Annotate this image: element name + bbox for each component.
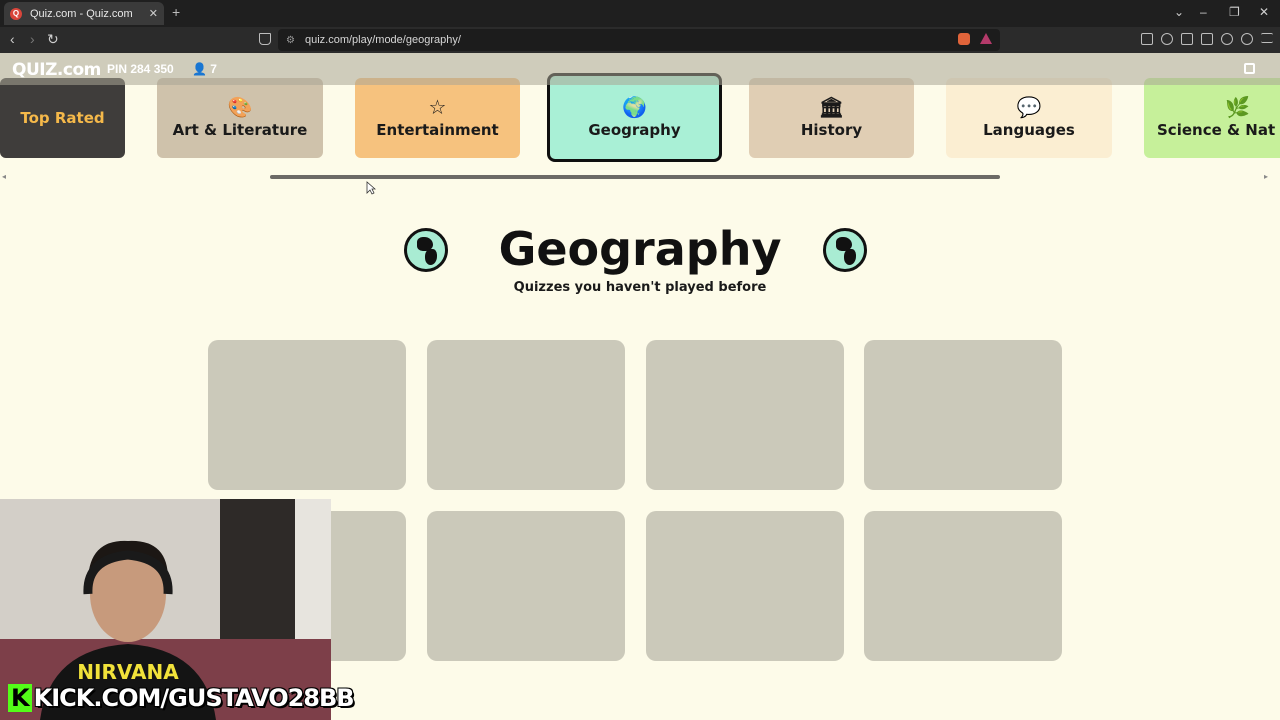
new-tab-button[interactable]: +	[172, 4, 180, 20]
svg-text:NIRVANA: NIRVANA	[77, 660, 179, 684]
quiz-card-placeholder[interactable]	[864, 340, 1062, 490]
fullscreen-icon[interactable]	[1244, 63, 1255, 74]
category-label: Languages	[983, 121, 1075, 139]
speech-bubble-icon: 💬	[1016, 95, 1042, 119]
quiz-favicon-icon: Q	[10, 7, 22, 20]
media-icon[interactable]	[1161, 33, 1173, 45]
restore-button[interactable]: ❐	[1229, 5, 1240, 19]
category-label: Science & Nat	[1157, 121, 1276, 139]
category-entertainment[interactable]: ☆ Entertainment	[355, 78, 520, 158]
tab-list-dropdown-icon[interactable]: ⌄	[1174, 5, 1184, 19]
quiz-card-placeholder[interactable]	[646, 511, 844, 661]
address-bar[interactable]: ⚙ quiz.com/play/mode/geography/	[278, 29, 1000, 51]
palette-icon: 🎨	[227, 95, 253, 119]
category-label: Geography	[588, 120, 681, 139]
category-label: History	[800, 121, 863, 139]
browser-tabbar: Q Quiz.com - Quiz.com ✕ + ⌄ – ❐ ✕	[0, 0, 1280, 27]
sidebar-icon[interactable]	[1181, 33, 1193, 45]
leaf-icon: 🌿	[1225, 95, 1250, 119]
category-label: Entertainment	[376, 121, 499, 139]
menu-icon[interactable]	[1261, 33, 1273, 43]
category-science-nature[interactable]: 🌿 Science & Nat	[1144, 78, 1280, 158]
quiz-card-placeholder[interactable]	[864, 511, 1062, 661]
site-info-icon[interactable]: ⚙	[286, 35, 295, 46]
quiz-card-placeholder[interactable]	[427, 340, 625, 490]
category-top-rated[interactable]: Top Rated	[0, 78, 125, 158]
extensions-icon[interactable]	[1141, 33, 1153, 45]
category-languages[interactable]: 💬 Languages	[946, 78, 1112, 158]
category-art-literature[interactable]: 🎨 Art & Literature	[157, 78, 323, 158]
browser-tab[interactable]: Q Quiz.com - Quiz.com ✕	[4, 2, 164, 25]
forward-button[interactable]: ›	[30, 31, 35, 47]
url-text: quiz.com/play/mode/geography/	[304, 34, 461, 46]
quiz-card-placeholder[interactable]	[427, 511, 625, 661]
quiz-logo[interactable]: QUIZ.com	[12, 60, 101, 80]
close-tab-icon[interactable]: ✕	[149, 7, 158, 20]
reload-button[interactable]: ↻	[47, 31, 59, 48]
category-label: Top Rated	[20, 109, 105, 127]
kick-channel-text: KICK.COM/GUSTAVO28BB	[33, 684, 355, 712]
page-title: Geography	[498, 222, 782, 276]
game-pin: PIN 284 350	[107, 62, 174, 76]
browser-toolbar: ‹ › ↻ ⚙ quiz.com/play/mode/geography/	[0, 27, 1280, 53]
category-scrollbar[interactable]	[270, 175, 1000, 179]
tab-title: Quiz.com - Quiz.com	[30, 7, 133, 20]
player-count: 👤 7	[192, 62, 217, 76]
game-header-bar: QUIZ.com PIN 284 350 👤 7	[0, 53, 1280, 85]
brave-shield-icon[interactable]	[958, 33, 970, 45]
globe-icon: 🌍	[622, 94, 647, 119]
category-label: Art & Literature	[172, 121, 308, 139]
kick-logo-icon: K	[8, 684, 32, 712]
category-history[interactable]: 🏛 History	[749, 78, 914, 158]
star-icon: ☆	[428, 95, 447, 119]
page-subtitle: Quizzes you haven't played before	[513, 280, 767, 295]
scroll-left-arrow-icon[interactable]: ◂	[2, 172, 6, 181]
brave-rewards-icon[interactable]	[980, 33, 992, 44]
vpn-shield-icon[interactable]	[1241, 33, 1253, 45]
leo-ai-icon[interactable]	[1221, 33, 1233, 45]
mouse-cursor-icon	[366, 181, 376, 195]
back-button[interactable]: ‹	[10, 31, 15, 47]
close-window-button[interactable]: ✕	[1259, 5, 1269, 19]
kick-channel-overlay: K KICK.COM/GUSTAVO28BB	[8, 684, 355, 712]
quiz-card-placeholder[interactable]	[208, 340, 406, 490]
bookmark-icon[interactable]	[259, 33, 271, 45]
globe-icon	[823, 228, 867, 272]
museum-icon: 🏛	[818, 95, 845, 119]
wallet-icon[interactable]	[1201, 33, 1213, 45]
quiz-card-placeholder[interactable]	[646, 340, 844, 490]
minimize-button[interactable]: –	[1200, 5, 1207, 19]
scroll-right-arrow-icon[interactable]: ▸	[1264, 172, 1268, 181]
category-geography[interactable]: 🌍 Geography	[547, 73, 722, 162]
